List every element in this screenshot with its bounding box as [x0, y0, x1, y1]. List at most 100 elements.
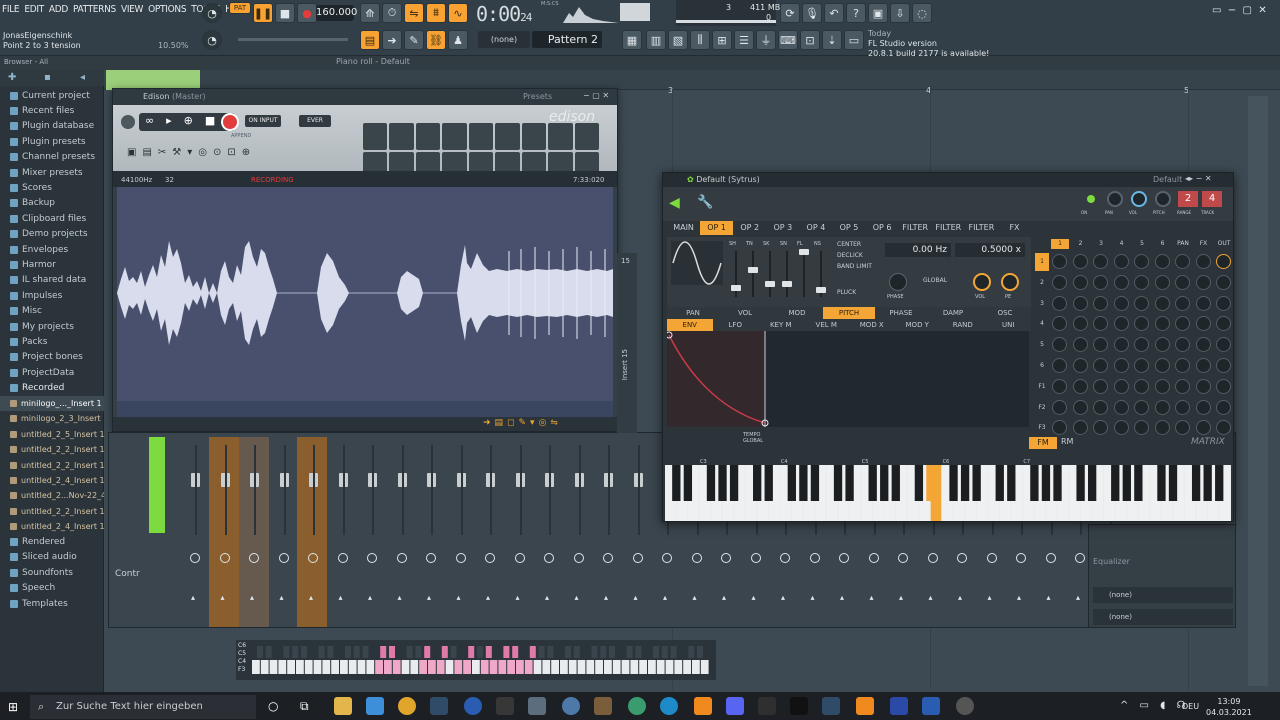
browser-folder-item[interactable]: IL shared data	[0, 273, 104, 288]
edison-edit-tools[interactable]: ▣▤✂⚒▾◎⊙⊡⊕	[127, 147, 256, 158]
mini-black-key[interactable]	[503, 646, 510, 658]
route-arrow-icon[interactable]: ▴	[840, 593, 844, 602]
black-key[interactable]	[1157, 465, 1166, 501]
black-key[interactable]	[1030, 465, 1039, 501]
chrome-icon[interactable]	[398, 697, 416, 715]
mini-key[interactable]	[639, 660, 647, 674]
knob-pan[interactable]: PAN	[1105, 191, 1127, 219]
matrix-knob[interactable]	[1216, 378, 1231, 394]
pan-knob[interactable]	[957, 553, 967, 563]
route-arrow-icon[interactable]: ▴	[693, 593, 697, 602]
arrow-icon[interactable]: ➜	[382, 30, 402, 50]
matrix-knob[interactable]	[1195, 337, 1211, 353]
tempo-tap-icon[interactable]: ⊡	[800, 30, 820, 50]
sytrus-keyboard[interactable]: C3 C4 C5 C6 C7	[665, 457, 1231, 521]
knob-on[interactable]: ON	[1081, 191, 1103, 219]
mod-tab-vol[interactable]: VOL	[719, 307, 771, 319]
system-tray-icons[interactable]: ^ ▭ ◖ ☊	[1120, 700, 1190, 711]
menu-file[interactable]: FILE	[2, 4, 20, 15]
slider-sk[interactable]: SK	[763, 241, 777, 301]
pan-knob[interactable]	[1016, 553, 1026, 563]
browser-folder-item[interactable]: Envelopes	[0, 242, 104, 257]
matrix-knob[interactable]	[1134, 358, 1149, 373]
black-key[interactable]	[891, 465, 900, 501]
route-arrow-icon[interactable]: ▴	[339, 593, 343, 602]
sytrus-tab-op-5[interactable]: OP 5	[832, 221, 865, 235]
pan-knob[interactable]	[485, 553, 495, 563]
pan-knob[interactable]	[721, 553, 731, 563]
option-declick[interactable]: DECLICK	[837, 252, 863, 259]
taskbar-clock[interactable]: 13:09 04.03.2021	[1206, 696, 1252, 718]
matrix-knob[interactable]	[1154, 316, 1170, 332]
slider-thumb[interactable]	[816, 287, 826, 293]
browser-file-item[interactable]: minilogo_2_3_Insert 1	[0, 411, 104, 426]
rm-button[interactable]: RM	[1061, 437, 1073, 446]
matrix-knob[interactable]	[1195, 358, 1211, 373]
mini-black-key[interactable]	[283, 646, 290, 658]
sytrus-window-controls[interactable]: ◂▸ − ✕	[1185, 174, 1212, 183]
on-input-select[interactable]: ON INPUT	[245, 115, 281, 127]
matrix-knob[interactable]	[1154, 274, 1170, 290]
fl-studio-taskbar-icon[interactable]	[694, 697, 712, 715]
pan-knob[interactable]	[190, 553, 200, 563]
route-arrow-icon[interactable]: ▴	[958, 593, 962, 602]
mod-tab-damp[interactable]: DAMP	[927, 307, 979, 319]
knob-pitch[interactable]: PITCH	[1153, 191, 1175, 219]
matrix-knob[interactable]	[1093, 295, 1108, 311]
countdown-icon[interactable]: ⇋	[404, 3, 424, 23]
mini-key[interactable]	[524, 660, 533, 674]
pan-knob[interactable]	[367, 553, 377, 563]
tool-button[interactable]	[495, 123, 520, 150]
mod-tab-phase[interactable]: PHASE	[875, 307, 927, 319]
route-arrow-icon[interactable]: ▴	[663, 593, 667, 602]
waveform-scroll-overview[interactable]	[117, 401, 613, 417]
mini-black-key[interactable]	[424, 646, 431, 658]
mini-key[interactable]	[533, 660, 542, 674]
mini-key[interactable]	[542, 660, 551, 674]
mini-black-key[interactable]	[529, 646, 536, 658]
mini-key[interactable]	[340, 660, 348, 674]
blend-notes-icon[interactable]: ⩩	[426, 3, 446, 23]
cortana-icon[interactable]: ○	[268, 699, 278, 713]
master-volume-knob[interactable]: ◔	[202, 3, 222, 23]
matrix-knob[interactable]	[1154, 358, 1170, 373]
mini-key[interactable]	[463, 660, 471, 674]
matrix-knob[interactable]	[1134, 274, 1149, 290]
back-icon[interactable]: ◂	[80, 72, 85, 83]
mini-black-key[interactable]	[688, 646, 695, 658]
mini-key[interactable]	[278, 660, 287, 674]
mini-key[interactable]	[595, 660, 603, 674]
mod-tab-mod[interactable]: MOD	[771, 307, 823, 319]
route-arrow-icon[interactable]: ▴	[1017, 593, 1021, 602]
mini-key[interactable]	[577, 660, 586, 674]
browser-folder-item[interactable]: Mixer presets	[0, 165, 104, 180]
edison-footer-tools[interactable]: ➜▤◻✎▾◎⇋	[113, 417, 617, 431]
black-key[interactable]	[1111, 465, 1120, 501]
mini-key[interactable]	[630, 660, 639, 674]
black-key[interactable]	[683, 465, 693, 501]
export-icon[interactable]: ⇩	[890, 3, 910, 23]
matrix-knob[interactable]	[1072, 254, 1088, 269]
matrix-knob[interactable]	[1175, 378, 1190, 394]
record-button[interactable]: ●	[297, 3, 317, 23]
mini-key[interactable]	[674, 660, 683, 674]
matrix-knob[interactable]	[1195, 316, 1211, 332]
black-key[interactable]	[764, 465, 773, 501]
knob-vol[interactable]: VOL	[1129, 191, 1151, 219]
sytrus-tab-op-2[interactable]: OP 2	[733, 221, 766, 235]
orange-app-icon[interactable]	[856, 697, 874, 715]
matrix-knob[interactable]	[1195, 378, 1211, 394]
pan-knob[interactable]	[662, 553, 672, 563]
tool-button[interactable]	[521, 123, 547, 150]
matrix-knob[interactable]	[1072, 420, 1088, 436]
master-pitch-knob[interactable]: ◔	[202, 30, 222, 50]
browser-file-item[interactable]: untitled_2_2_Insert 1	[0, 457, 104, 472]
mini-black-key[interactable]	[626, 646, 633, 658]
mod-tab-pan[interactable]: PAN	[667, 307, 719, 319]
waveform-view[interactable]	[117, 187, 613, 401]
pan-knob[interactable]	[691, 553, 702, 563]
value-box[interactable]: 4	[1202, 191, 1222, 207]
pan-knob[interactable]	[868, 553, 879, 563]
mini-key[interactable]	[296, 660, 304, 674]
tool-button[interactable]	[468, 123, 494, 150]
